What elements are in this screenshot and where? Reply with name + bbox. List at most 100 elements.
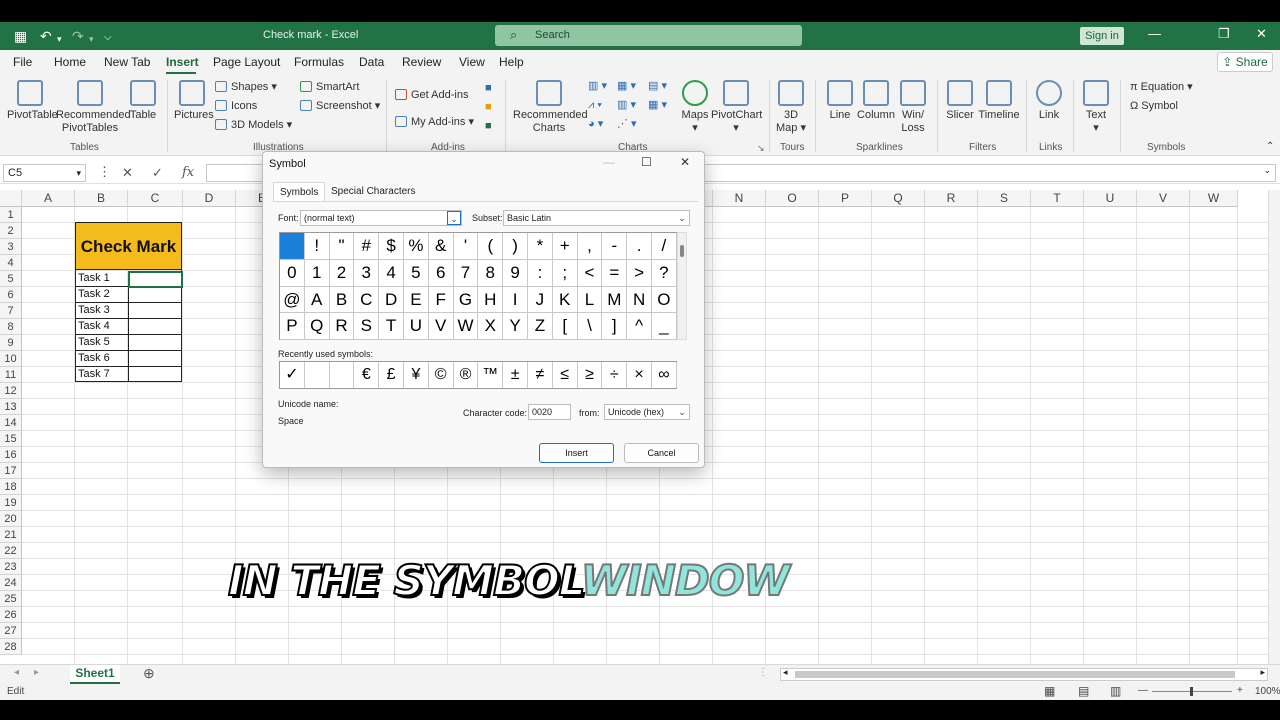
symbol-cell[interactable]: 6 <box>428 259 454 287</box>
minimize-icon[interactable]: — <box>1148 26 1161 41</box>
column-header-w[interactable]: W <box>1190 190 1238 207</box>
task-cell[interactable]: Task 4 <box>75 319 128 335</box>
recent-symbol-cell[interactable]: ≠ <box>528 362 553 388</box>
normal-view-icon[interactable]: ▦ <box>1044 684 1055 698</box>
hierarchy-chart-icon[interactable]: ▦ ▾ <box>617 80 636 93</box>
zoom-level[interactable]: 100% <box>1255 686 1280 697</box>
from-dropdown-icon[interactable]: ⌄ <box>675 405 689 419</box>
symbol-cell[interactable]: / <box>652 233 677 260</box>
insert-button[interactable]: Insert <box>539 443 614 463</box>
symbol-cell[interactable]: E <box>404 286 429 314</box>
row-header-12[interactable]: 12 <box>0 383 22 399</box>
pivotchart-button[interactable]: PivotChart ▾ <box>711 80 762 135</box>
pictures-button[interactable]: Pictures <box>174 80 214 122</box>
task-cell[interactable]: Task 5 <box>75 335 128 351</box>
symbol-cell[interactable]: Z <box>528 313 553 341</box>
redo-dropdown-icon[interactable]: ▾ <box>89 30 94 48</box>
tab-insert[interactable]: Insert <box>166 55 199 69</box>
symbol-cell[interactable]: _ <box>652 313 677 341</box>
column-header-t[interactable]: T <box>1031 190 1084 207</box>
smartart-button[interactable]: SmartArt <box>300 81 359 94</box>
row-header-27[interactable]: 27 <box>0 623 22 639</box>
tab-page-layout[interactable]: Page Layout <box>213 55 280 69</box>
symbol-cell[interactable]: G <box>453 286 479 314</box>
zoom-slider-thumb[interactable] <box>1190 687 1193 696</box>
share-button[interactable]: ⇪ Share <box>1217 52 1273 72</box>
symbol-button[interactable]: Ω Symbol <box>1130 100 1178 113</box>
column-header-d[interactable]: D <box>183 190 236 207</box>
symbol-cell[interactable]: ^ <box>627 313 652 341</box>
name-box-dropdown-icon[interactable]: ▾ <box>76 165 81 181</box>
task-cell[interactable]: Task 7 <box>75 367 128 383</box>
symbol-grid-scroll-thumb[interactable] <box>680 245 684 257</box>
symbol-grid-scrollbar[interactable] <box>677 232 687 340</box>
symbol-cell[interactable]: O <box>652 286 677 314</box>
check-cell[interactable] <box>128 367 182 383</box>
get-addins-button[interactable]: Get Add-ins <box>395 89 468 102</box>
row-header-4[interactable]: 4 <box>0 255 22 271</box>
insert-function-icon[interactable]: fx <box>182 165 194 180</box>
tab-home[interactable]: Home <box>54 55 86 69</box>
line-chart-icon[interactable]: ⩘ ▾ <box>588 99 602 112</box>
row-header-22[interactable]: 22 <box>0 543 22 559</box>
table-button[interactable]: Table <box>127 80 159 122</box>
symbol-cell[interactable]: N <box>627 286 652 314</box>
check-cell[interactable] <box>128 351 182 367</box>
symbol-cell[interactable]: @ <box>280 286 305 314</box>
recent-symbol-cell[interactable]: ¥ <box>404 362 429 388</box>
symbol-cell[interactable]: T <box>379 313 404 341</box>
column-header-c[interactable]: C <box>128 190 183 207</box>
recent-symbol-cell[interactable]: € <box>354 362 380 388</box>
symbol-cell[interactable]: 4 <box>379 259 404 287</box>
row-header-14[interactable]: 14 <box>0 415 22 431</box>
recent-symbol-cell[interactable]: £ <box>379 362 404 388</box>
row-header-16[interactable]: 16 <box>0 447 22 463</box>
selected-cell[interactable] <box>128 271 183 288</box>
row-header-10[interactable]: 10 <box>0 351 22 367</box>
symbol-cell[interactable]: 8 <box>478 259 504 287</box>
symbol-cell[interactable]: 0 <box>280 259 305 287</box>
symbol-cell[interactable]: Y <box>503 313 528 341</box>
symbol-cell[interactable]: 3 <box>354 259 380 287</box>
collapse-ribbon-icon[interactable]: ⌃ <box>1266 140 1274 153</box>
symbol-cell[interactable]: F <box>428 286 454 314</box>
symbol-cell[interactable]: ; <box>552 259 578 287</box>
recent-symbol-cell[interactable]: ∞ <box>652 362 677 388</box>
recent-symbol-cell[interactable]: ≤ <box>553 362 578 388</box>
people-graph-icon[interactable]: ■ <box>485 82 492 95</box>
symbol-cell[interactable]: ! <box>304 233 330 260</box>
symbol-cell[interactable]: - <box>602 233 628 260</box>
check-cell[interactable] <box>128 303 182 319</box>
maps-button[interactable]: Maps ▾ <box>680 80 710 135</box>
expand-formula-icon[interactable]: ⌄ <box>1263 165 1271 176</box>
symbol-cell[interactable]: B <box>329 286 355 314</box>
waterfall-chart-icon[interactable]: ▤ ▾ <box>648 80 667 93</box>
symbol-cell[interactable]: A <box>304 286 330 314</box>
recent-symbol-cell[interactable]: × <box>627 362 652 388</box>
font-dropdown-icon[interactable]: ⌄ <box>447 211 461 225</box>
check-cell[interactable] <box>128 287 182 303</box>
symbol-cell[interactable]: $ <box>379 233 404 260</box>
tab-symbols[interactable]: Symbols <box>273 182 326 202</box>
close-icon[interactable]: ✕ <box>1256 26 1267 42</box>
link-button[interactable]: Link <box>1034 80 1064 122</box>
equation-button[interactable]: π Equation ▾ <box>1130 81 1193 94</box>
symbol-cell[interactable]: S <box>354 313 380 341</box>
column-header-s[interactable]: S <box>978 190 1031 207</box>
task-cell[interactable]: Task 6 <box>75 351 128 367</box>
icons-button[interactable]: Icons <box>215 100 257 113</box>
symbol-cell[interactable]: : <box>528 259 553 287</box>
zoom-out-icon[interactable]: — <box>1138 685 1148 696</box>
symbol-cell[interactable]: , <box>577 233 603 260</box>
3d-models-button[interactable]: 3D Models ▾ <box>215 119 292 132</box>
row-header-9[interactable]: 9 <box>0 335 22 351</box>
horizontal-scroll-thumb[interactable] <box>795 671 1235 678</box>
tab-new-tab[interactable]: New Tab <box>104 55 150 69</box>
symbol-cell[interactable]: . <box>627 233 652 260</box>
row-header-1[interactable]: 1 <box>0 207 22 223</box>
column-header-n[interactable]: N <box>713 190 766 207</box>
row-header-28[interactable]: 28 <box>0 639 22 655</box>
column-header-u[interactable]: U <box>1084 190 1137 207</box>
symbol-cell[interactable]: * <box>528 233 553 260</box>
symbol-cell[interactable]: R <box>329 313 355 341</box>
